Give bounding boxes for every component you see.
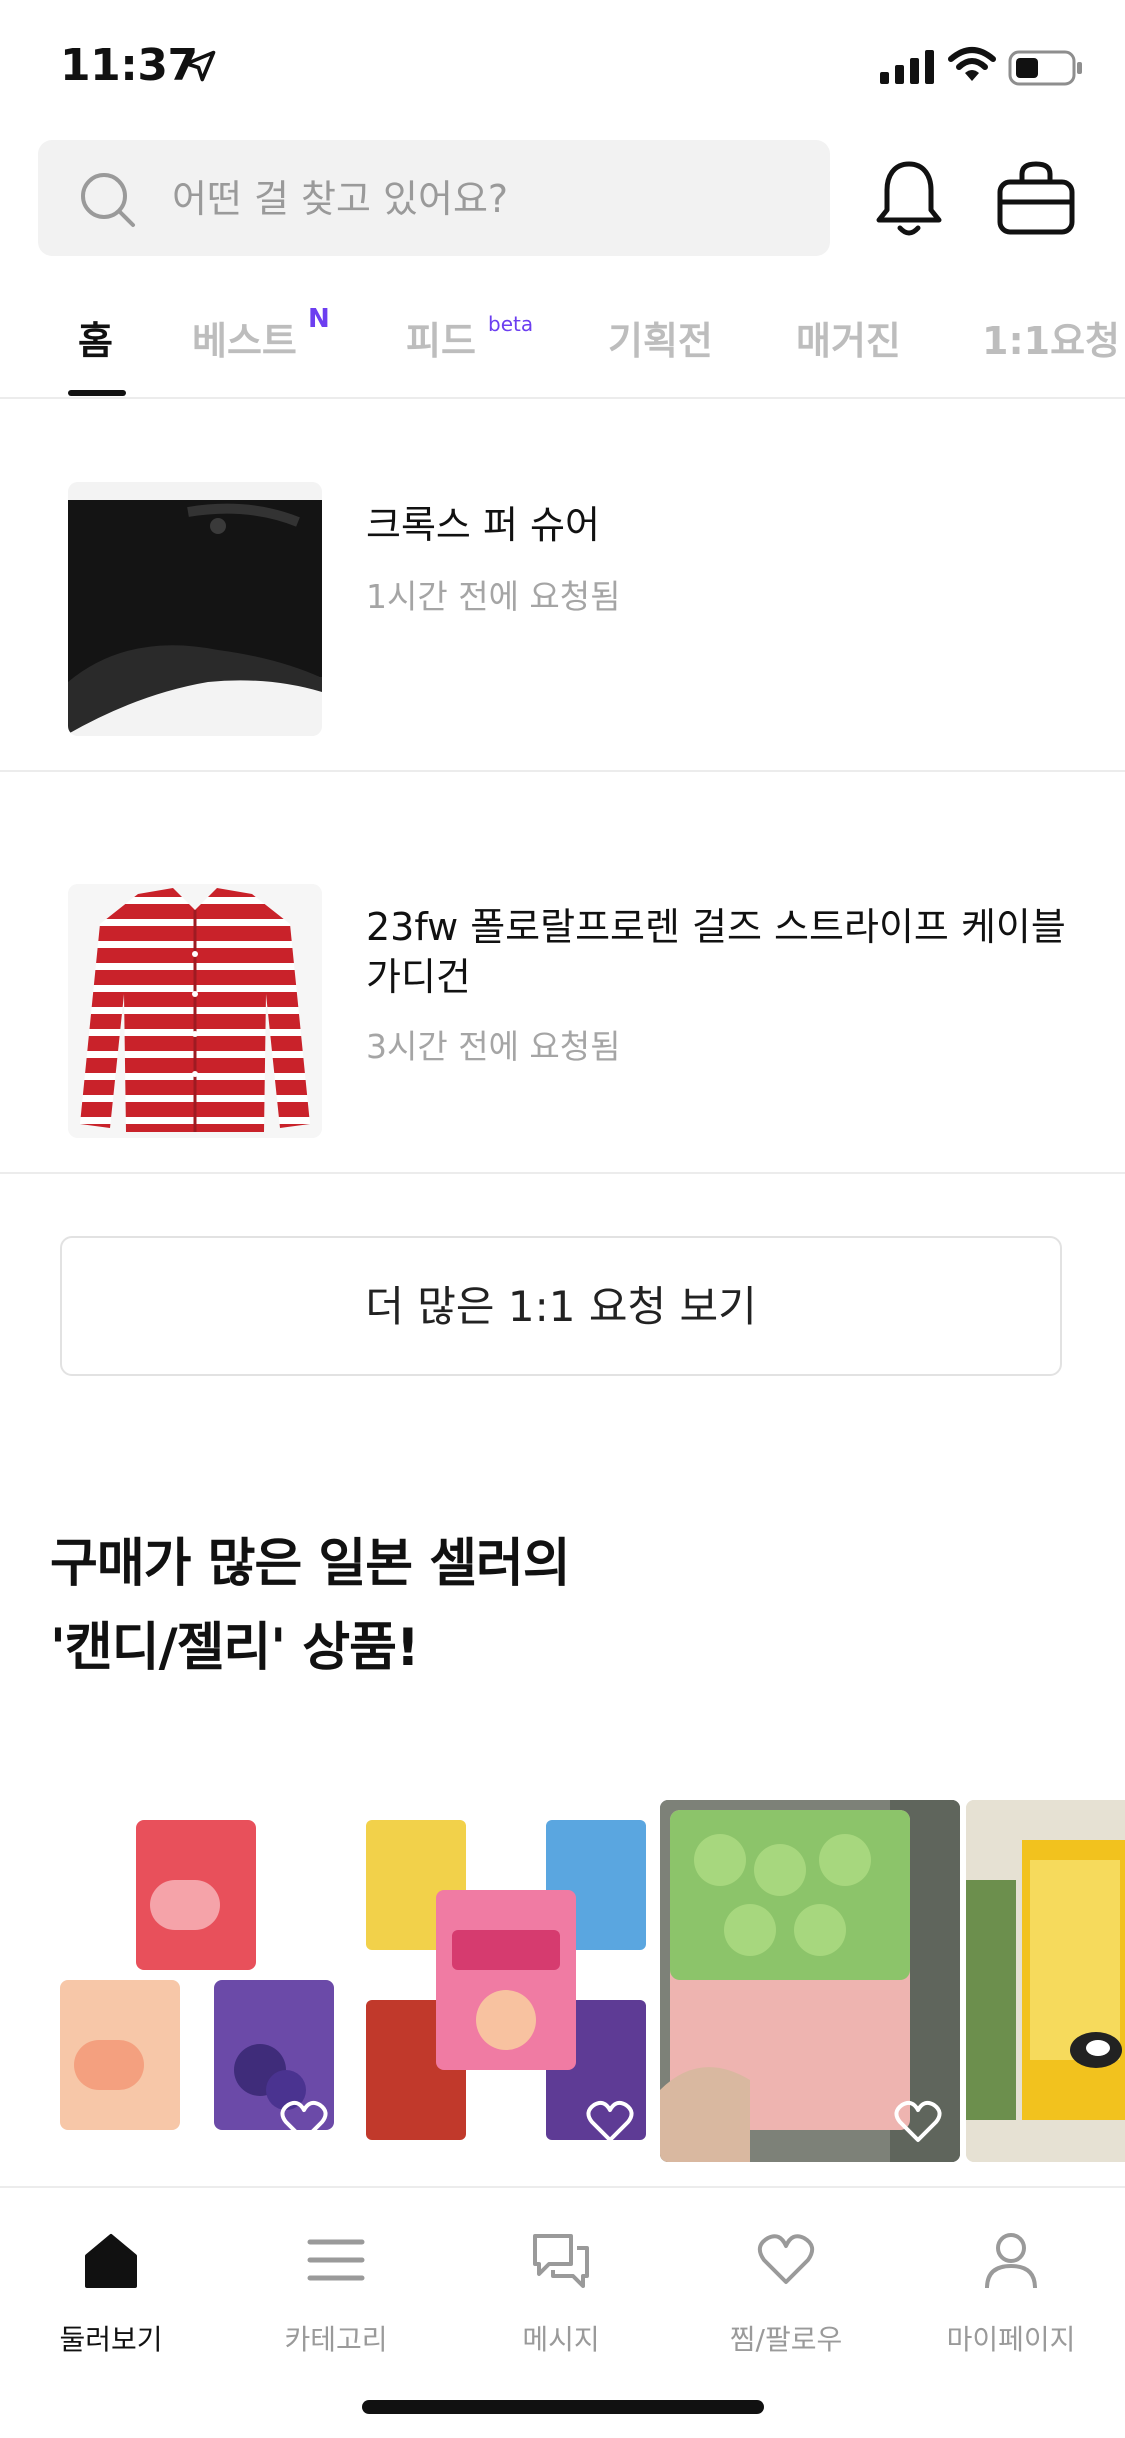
tab-feed[interactable]: 피드 <box>406 310 476 365</box>
user-icon <box>985 2233 1037 2289</box>
tab-best-badge: N <box>308 304 330 334</box>
home-icon <box>85 2234 137 2288</box>
nav-my-page[interactable]: 마이페이지 <box>916 2212 1106 2356</box>
active-tab-indicator <box>68 390 126 396</box>
wifi-icon <box>948 47 996 81</box>
nav-category[interactable]: 카테고리 <box>241 2212 431 2356</box>
top-tabs: 홈 베스트 N 피드 beta 기획전 매거진 1:1요청 <box>0 290 1125 398</box>
shopping-bag-icon[interactable] <box>996 160 1076 236</box>
menu-icon <box>307 2239 365 2281</box>
nav-messages-label: 메시지 <box>522 2323 600 2356</box>
tab-feed-badge: beta <box>488 312 534 336</box>
product-carousel[interactable] <box>0 1800 1125 2164</box>
more-requests-button[interactable]: 더 많은 1:1 요청 보기 <box>60 1236 1062 1376</box>
nav-my-page-label: 마이페이지 <box>946 2323 1076 2356</box>
request-title: 크록스 퍼 슈어 <box>366 503 600 547</box>
nav-browse-label: 둘러보기 <box>59 2323 163 2356</box>
chat-bubbles-icon <box>533 2234 589 2288</box>
product-card[interactable] <box>50 1800 346 2162</box>
heart-icon <box>757 2234 815 2284</box>
nav-browse[interactable]: 둘러보기 <box>16 2212 206 2356</box>
heart-icon[interactable] <box>894 2100 942 2144</box>
search-bar[interactable] <box>38 140 830 256</box>
section-title-line2: '캔디/젤리' 상품! <box>50 1618 420 1678</box>
nav-wishlist-label: 찜/팔로우 <box>729 2323 843 2356</box>
hokkaido-caramel-image <box>966 1800 1125 2162</box>
request-time: 1시간 전에 요청됨 <box>366 577 621 616</box>
request-time: 3시간 전에 요청됨 <box>366 1027 621 1066</box>
row-divider <box>0 1172 1125 1174</box>
search-icon <box>81 173 135 227</box>
search-input[interactable] <box>170 170 794 228</box>
home-indicator <box>362 2400 764 2414</box>
product-card[interactable] <box>966 1800 1125 2162</box>
nav-messages[interactable]: 메시지 <box>466 2212 656 2356</box>
request-title: 23fw 폴로랄프로렌 걸즈 스트라이프 케이블 가디건 <box>366 905 1066 999</box>
request-item[interactable]: 23fw 폴로랄프로렌 걸즈 스트라이프 케이블 가디건 3시간 전에 요청됨 <box>0 772 1125 1172</box>
bell-icon[interactable] <box>872 158 946 240</box>
tabs-divider <box>0 397 1125 399</box>
tab-home[interactable]: 홈 <box>78 310 113 365</box>
status-time: 11:37 <box>60 40 198 91</box>
nav-wishlist-follow[interactable]: 찜/팔로우 <box>691 2212 881 2356</box>
status-bar: 11:37 <box>0 0 1125 130</box>
tab-exhibition[interactable]: 기획전 <box>608 310 713 365</box>
cellular-signal-icon <box>880 50 934 84</box>
product-card[interactable] <box>660 1800 960 2162</box>
striped-cardigan-image <box>68 884 322 1138</box>
tab-magazine[interactable]: 매거진 <box>796 310 901 365</box>
crocs-fur-shoe-image <box>68 482 322 736</box>
request-item[interactable]: 크록스 퍼 슈어 1시간 전에 요청됨 <box>0 400 1125 770</box>
section-title-line1: 구매가 많은 일본 셀러의 <box>50 1534 571 1594</box>
tab-best[interactable]: 베스트 <box>192 310 297 365</box>
location-arrow-icon <box>184 50 216 82</box>
section-title: 구매가 많은 일본 셀러의 '캔디/젤리' 상품! <box>50 1522 571 1690</box>
product-card[interactable] <box>356 1800 652 2162</box>
heart-icon[interactable] <box>586 2100 634 2144</box>
tab-one-on-one-request[interactable]: 1:1요청 <box>982 310 1120 365</box>
nav-category-label: 카테고리 <box>284 2323 388 2356</box>
battery-icon <box>1008 50 1082 86</box>
heart-icon[interactable] <box>280 2100 328 2144</box>
